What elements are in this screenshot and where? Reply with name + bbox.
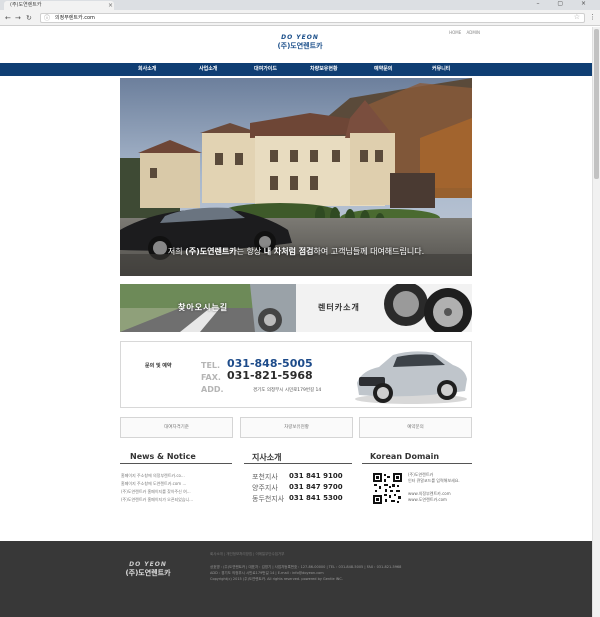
site-logo[interactable]: DO YEON (주)도연렌트카 — [265, 34, 335, 58]
branch-name: 동두천지사 — [252, 495, 285, 503]
news-item[interactable]: 홈페이지 주소창에 의정부렌트카.co... — [121, 473, 229, 479]
browser-tab[interactable]: (주)도연렌트카 × — [4, 1, 114, 10]
reservation-button[interactable]: 예약문의 — [359, 417, 472, 438]
home-link[interactable]: HOME — [449, 30, 461, 35]
nav-item-community[interactable]: 커뮤니티 — [432, 63, 450, 76]
nav-item-reservation[interactable]: 예약문의 — [374, 63, 392, 76]
page-scrollbar[interactable] — [592, 27, 600, 617]
browser-toolbar: ← → ↻ ⓘ 의정부렌트카.com ☆ ⋮ — [0, 10, 600, 26]
branch-phone: 031 841 5300 — [289, 494, 343, 502]
nav-item-vehicles[interactable]: 차량보유현황 — [310, 63, 338, 76]
info-icon[interactable]: ⓘ — [44, 14, 50, 23]
rental-qualification-button[interactable]: 대여자격기준 — [120, 417, 233, 438]
forward-icon[interactable]: → — [15, 13, 21, 23]
reload-icon[interactable]: ↻ — [26, 13, 32, 23]
hero-caption-middle: 는 항상 — [236, 247, 264, 256]
news-item[interactable]: (주)도연렌트카 홈페이지를 찾아주신 여... — [121, 489, 229, 495]
browser-tab-strip: (주)도연렌트카 × – ▢ × — [0, 0, 600, 10]
nav-item-company[interactable]: 회사소개 — [138, 63, 156, 76]
footer-links[interactable]: 회사소개 | 개인정보처리방침 | 이메일무단수집거부 — [210, 552, 284, 557]
admin-link[interactable]: ADMIN — [467, 30, 480, 35]
branches-divider — [244, 463, 352, 464]
branch-phone: 031 841 9100 — [289, 472, 343, 480]
directions-banner[interactable]: 찾아오시는길 — [120, 284, 296, 332]
footer-logo-mark: DO YEON — [129, 561, 167, 568]
branch-name: 포천지사 — [252, 473, 278, 481]
contact-title: 문의 및 예약 — [145, 363, 172, 369]
logo-mark: DO YEON — [281, 34, 319, 41]
branch-phone: 031 847 9700 — [289, 483, 343, 491]
scrollbar-thumb[interactable] — [594, 29, 599, 179]
fax-number: 031-821-5968 — [227, 369, 313, 382]
branch-name: 양주지사 — [252, 484, 278, 492]
footer-copyright: Copyright(c) 2015 (주)도연렌트카. All rights r… — [210, 577, 343, 581]
rental-intro-label: 렌터카소개 — [318, 303, 360, 312]
domain-divider — [362, 463, 472, 464]
hero-caption-prefix: 저희 — [167, 247, 186, 256]
footer-logo: DO YEON (주)도연렌트카 — [118, 561, 178, 578]
footer-address: ADD : 경기도 의정부시 시민로179번길 14 | E-mail : in… — [210, 571, 324, 575]
qr-code-icon — [372, 472, 403, 505]
directions-label: 찾아오시는길 — [178, 303, 229, 312]
hero-caption-suffix: 하여 고객님들께 대여해드립니다. — [313, 247, 425, 256]
vehicle-status-button[interactable]: 차량보유현황 — [240, 417, 353, 438]
news-divider — [120, 463, 232, 464]
contact-address: 경기도 의정부시 시민로179번길 14 — [253, 388, 322, 393]
fax-label: FAX. — [201, 373, 221, 382]
domain-instruction: 인터 큐알코드를 입력해보세요. — [408, 478, 460, 483]
news-title[interactable]: News & Notice — [130, 452, 196, 461]
hero-banner: 저희 (주)도연렌트카는 항상 내 차처럼 점검하여 고객님들께 대여해드립니다… — [120, 78, 472, 276]
hero-caption: 저희 (주)도연렌트카는 항상 내 차처럼 점검하여 고객님들께 대여해드립니다… — [120, 246, 472, 257]
address-label: ADD. — [201, 385, 224, 394]
utility-links: HOME ADMIN — [420, 30, 480, 35]
car-image — [355, 351, 467, 404]
back-icon[interactable]: ← — [5, 13, 11, 23]
news-item[interactable]: 홈페이지 주소창에 도연렌트카.com ... — [121, 481, 229, 487]
window-controls[interactable]: – ▢ × — [536, 0, 594, 7]
site-footer: 회사소개 | 개인정보처리방침 | 이메일무단수집거부 DO YEON (주)도… — [0, 541, 592, 617]
footer-logo-text: (주)도연렌트카 — [125, 569, 171, 577]
hero-caption-strong: 내 차처럼 점검 — [263, 247, 314, 256]
address-text: 의정부렌트카.com — [55, 15, 95, 21]
tel-label: TEL. — [201, 361, 221, 370]
hero-caption-brand: (주)도연렌트카 — [185, 247, 237, 256]
nav-item-rental-guide[interactable]: 대여가이드 — [254, 63, 277, 76]
rental-intro-banner[interactable]: 렌터카소개 — [296, 284, 472, 332]
nav-item-business[interactable]: 사업소개 — [199, 63, 217, 76]
address-bar[interactable]: ⓘ 의정부렌트카.com ☆ — [40, 13, 585, 23]
news-item[interactable]: (주)도연렌트카 홈페이지가 오픈되었습니... — [121, 497, 229, 503]
browser-menu-icon[interactable]: ⋮ — [589, 13, 596, 21]
tab-title: (주)도연렌트카 — [10, 2, 42, 8]
bookmark-star-icon[interactable]: ☆ — [574, 13, 580, 22]
logo-text: (주)도연렌트카 — [277, 42, 323, 50]
branches-title: 지사소개 — [252, 453, 282, 462]
footer-company-info: 상호명 : (주)도연렌트카 | 대표자 : 김영기 | 사업자등록번호 : 1… — [210, 565, 402, 569]
main-navigation: 회사소개 사업소개 대여가이드 차량보유현황 예약문의 커뮤니티 — [0, 63, 592, 76]
contact-box: 문의 및 예약 TEL. 031-848-5005 FAX. 031-821-5… — [120, 341, 472, 408]
domain-title: Korean Domain — [370, 452, 440, 461]
tab-close-icon[interactable]: × — [108, 1, 113, 10]
domain-url[interactable]: www.도연렌트카.com — [408, 497, 447, 503]
